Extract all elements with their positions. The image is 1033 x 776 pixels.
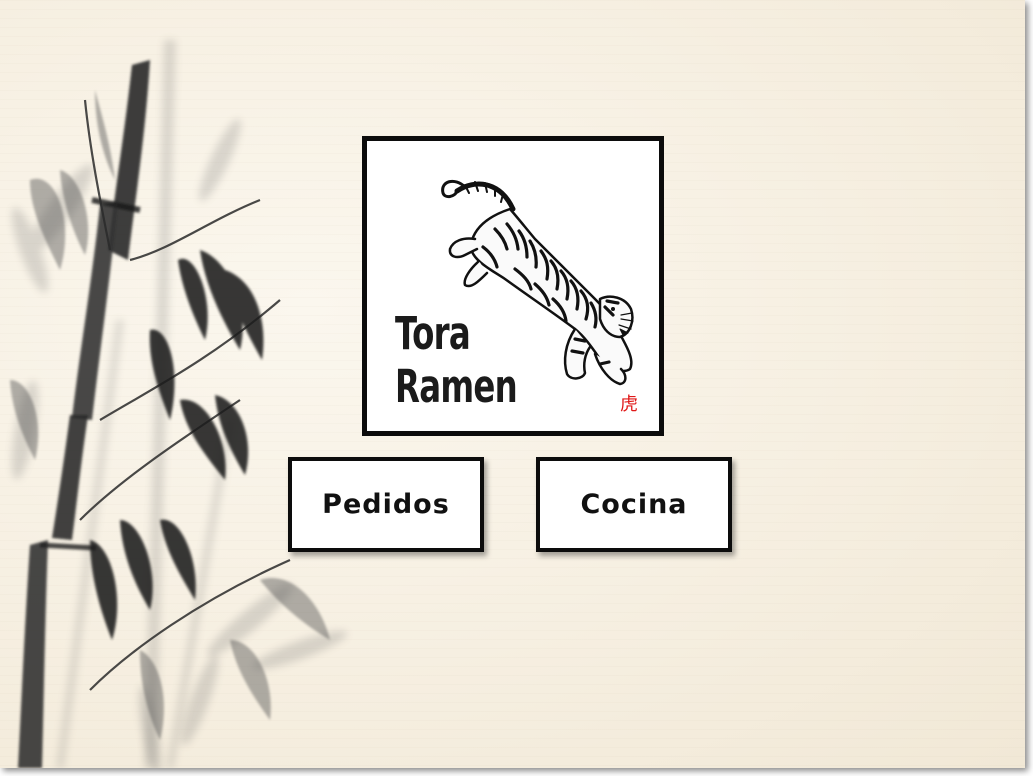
kitchen-button-label: Cocina [580,489,688,520]
logo-text-line2: Ramen [395,360,518,413]
logo-text-line1: Tora [395,307,471,360]
logo-seal: 虎 [620,394,638,415]
kitchen-button[interactable]: Cocina [536,457,732,552]
orders-button-label: Pedidos [322,489,450,520]
logo-card: Tora Ramen 虎 [362,136,664,436]
app-window: Tora Ramen 虎 Pedidos Cocina [0,0,1025,768]
orders-button[interactable]: Pedidos [288,457,484,552]
